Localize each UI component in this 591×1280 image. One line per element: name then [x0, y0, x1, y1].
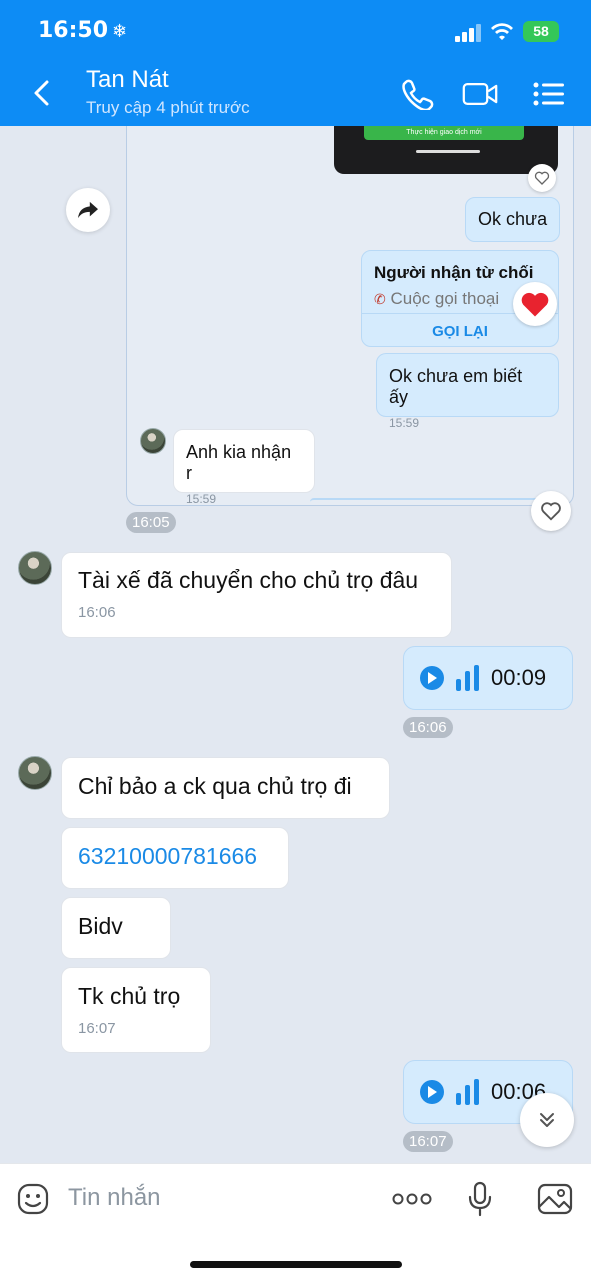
call-rejected-title: Người nhận từ chối — [374, 263, 534, 282]
timestamp-pill: 16:05 — [126, 512, 176, 533]
more-options-icon[interactable] — [392, 1180, 432, 1218]
message-bubble[interactable]: Tk chủ trọ 16:07 — [61, 967, 211, 1053]
message-text: Bidv — [78, 913, 123, 939]
status-time-text: 16:50 — [38, 18, 109, 43]
avatar[interactable] — [140, 428, 166, 454]
scroll-down-button[interactable] — [520, 1093, 574, 1147]
heart-reaction-icon[interactable] — [513, 282, 557, 326]
message-text: Tk chủ trọ — [78, 983, 181, 1009]
missed-call-icon: ✆ — [374, 291, 386, 307]
account-number-link[interactable]: 63210000781666 — [78, 843, 272, 870]
avatar[interactable] — [18, 551, 52, 585]
microphone-icon[interactable] — [461, 1180, 499, 1218]
share-forward-icon[interactable] — [66, 188, 110, 232]
message-bubble[interactable]: Ok chưa — [465, 197, 561, 242]
video-call-icon[interactable] — [462, 78, 498, 110]
timestamp-pill: 16:07 — [403, 1131, 453, 1152]
voice-message[interactable]: 00:09 — [403, 646, 573, 710]
chat-header: 16:50 ❄ 58 Tan Nát Truy cập 4 phút trước — [0, 0, 591, 126]
battery-indicator: 58 — [523, 21, 559, 42]
thumbnail-home-bar — [416, 150, 480, 153]
contact-last-seen: Truy cập 4 phút trước — [86, 98, 250, 117]
play-icon[interactable] — [420, 666, 444, 690]
call-type-label: Cuộc gọi thoại — [390, 289, 500, 308]
call-again-button[interactable]: GỌI LẠI — [362, 323, 558, 340]
heart-outline-icon[interactable] — [528, 164, 556, 192]
waveform-icon — [456, 665, 479, 691]
timestamp-pill: 16:06 — [403, 717, 453, 738]
phone-call-icon[interactable] — [400, 78, 436, 110]
message-bubble[interactable]: Anh kia nhận r 15:59 — [173, 429, 315, 506]
message-time: 16:07 — [78, 1020, 116, 1037]
message-input[interactable]: Tin nhắn — [68, 1184, 161, 1212]
contact-name[interactable]: Tan Nát — [86, 66, 169, 94]
heart-outline-icon[interactable] — [531, 491, 571, 531]
snowflake-icon: ❄ — [112, 21, 128, 42]
message-bubble[interactable]: 63210000781666 — [61, 827, 289, 889]
message-text: Ok chưa em biết ấy — [389, 366, 523, 407]
avatar[interactable] — [18, 756, 52, 790]
waveform-icon — [456, 1079, 479, 1105]
menu-list-icon[interactable] — [530, 78, 566, 110]
signal-icon — [455, 24, 481, 42]
message-text: Chỉ bảo a ck qua chủ trọ đi — [78, 773, 352, 799]
message-text: Ok chưa — [478, 209, 548, 229]
home-indicator — [190, 1261, 402, 1268]
play-icon[interactable] — [420, 1080, 444, 1104]
image-gallery-icon[interactable] — [536, 1180, 574, 1218]
voice-duration: 00:09 — [491, 665, 547, 690]
message-time: 15:59 — [389, 416, 420, 430]
message-bubble[interactable]: Tài xế đã chuyển cho chủ trọ đâu 16:06 — [61, 552, 452, 638]
message-text: Tài xế đã chuyển cho chủ trọ đâu — [78, 567, 419, 593]
message-time: 15:59 — [186, 492, 217, 506]
message-bubble[interactable]: Bidv — [61, 897, 171, 959]
next-bubble-edge — [310, 498, 540, 506]
image-thumbnail[interactable]: Thực hiện giao dịch mới — [334, 126, 558, 174]
message-time: 16:06 — [78, 604, 116, 621]
wifi-icon — [491, 23, 513, 40]
double-chevron-down-icon — [540, 1113, 554, 1127]
message-text: Anh kia nhận r — [186, 442, 292, 483]
message-bubble[interactable]: Ok chưa em biết ấy 15:59 — [376, 353, 559, 430]
message-bubble[interactable]: Chỉ bảo a ck qua chủ trọ đi — [61, 757, 390, 819]
thumbnail-caption: Thực hiện giao dịch mới — [364, 126, 524, 140]
back-arrow-icon[interactable] — [28, 78, 58, 108]
status-time: 16:50 ❄ — [38, 18, 127, 43]
sticker-emoji-icon[interactable] — [14, 1180, 52, 1218]
